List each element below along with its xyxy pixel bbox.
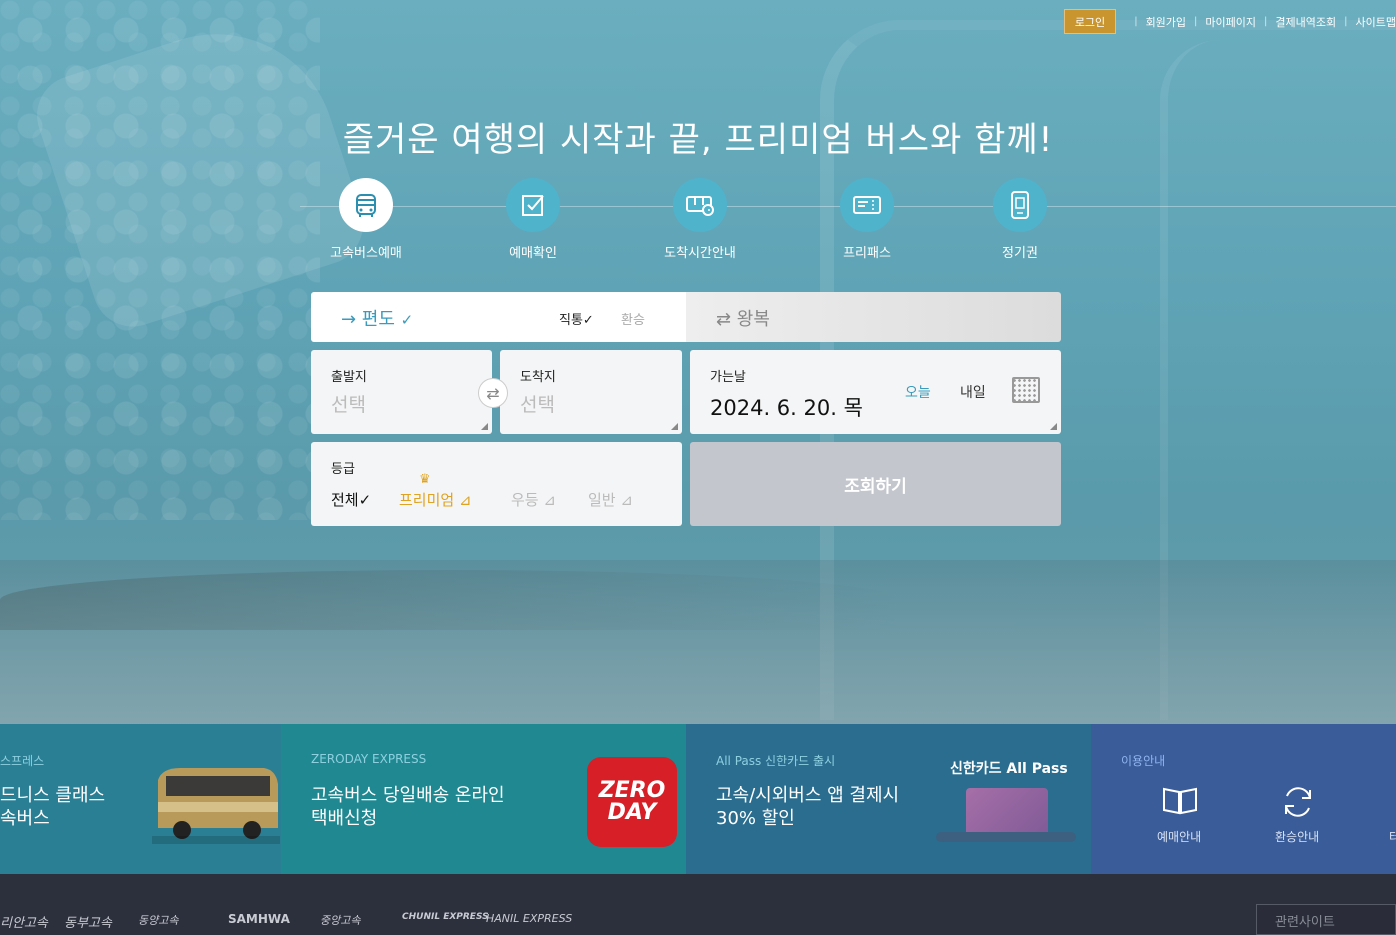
oneway-tab[interactable]: → 편도 ✓ 직통✓ 환승 [311, 292, 686, 342]
menu-arrival-time[interactable]: 도착시간안내 [640, 178, 760, 261]
grade-normal-option[interactable]: 일반 ⊿ [588, 489, 633, 510]
bus-clock-icon [673, 178, 727, 232]
roundtrip-tab[interactable]: ⇄ 왕복 [686, 292, 1061, 342]
menu-label: 예매확인 [509, 246, 557, 261]
bus-icon [339, 178, 393, 232]
menu-free-pass[interactable]: 프리패스 [807, 178, 927, 261]
direct-option[interactable]: 직통✓ [559, 309, 594, 328]
company-logo[interactable]: CHUNIL EXPRESS [402, 912, 489, 922]
mypage-link[interactable]: 마이페이지 [1205, 14, 1256, 30]
date-field[interactable]: 가는날 2024. 6. 20. 목 오늘 내일 [690, 350, 1061, 434]
login-button[interactable]: 로그인 [1063, 9, 1117, 34]
company-logo[interactable]: HANIL EXPRESS [486, 912, 572, 925]
banner-business-class[interactable]: 스프레스 드니스 클래스 속버스 [0, 724, 281, 874]
company-logo[interactable]: 중앙고속 [320, 912, 360, 928]
banner-usage-guide: 이용안내 예매안내 환승안내 터 [1091, 724, 1396, 874]
related-sites-select[interactable]: 관련사이트 [1256, 904, 1396, 935]
company-logo[interactable]: SAMHWA [228, 912, 290, 926]
departure-field[interactable]: 출발지 선택 [311, 350, 492, 434]
trip-type-selector: → 편도 ✓ 직통✓ 환승 ⇄ 왕복 [311, 292, 1061, 342]
tomorrow-button[interactable]: 내일 [960, 382, 986, 402]
roundtrip-label: ⇄ 왕복 [716, 309, 770, 330]
company-logo[interactable]: 동양고속 [138, 912, 178, 928]
top-navigation: 로그인 | 회원가입 | 마이페이지 | 결제내역조회 | 사이트맵 [1063, 9, 1396, 34]
company-logo[interactable]: 동부고속 [64, 912, 112, 931]
menu-label: 정기권 [1002, 246, 1038, 261]
booking-guide-link[interactable]: 예매안내 [1157, 828, 1201, 845]
refresh-icon[interactable] [1278, 784, 1318, 827]
transfer-guide-link[interactable]: 환승안내 [1275, 828, 1319, 845]
date-value: 2024. 6. 20. 목 [710, 396, 863, 420]
today-button[interactable]: 오늘 [905, 382, 931, 402]
seat-icon: ⊿ [620, 491, 633, 509]
banner-shinhan-card[interactable]: All Pass 신한카드 출시 고속/시외버스 앱 결제시 30% 할인 신한카… [686, 724, 1091, 874]
zeroday-logo: ZERO DAY [587, 757, 677, 847]
menu-season-pass[interactable]: 정기권 [960, 178, 1080, 261]
calendar-icon[interactable] [1012, 377, 1040, 403]
book-icon[interactable] [1160, 784, 1200, 823]
crown-icon: ♛ [419, 472, 431, 487]
grade-all-option[interactable]: 전체✓ [331, 489, 371, 510]
footer: 리안고속 동부고속 동양고속 SAMHWA 중앙고속 CHUNIL EXPRES… [0, 874, 1396, 935]
sitemap-link[interactable]: 사이트맵 [1356, 14, 1396, 30]
menu-label: 프리패스 [843, 246, 891, 261]
seat-icon: ⊿ [458, 491, 472, 509]
menu-booking-check[interactable]: 예매확인 [473, 178, 593, 261]
swap-icon[interactable]: ⇄ [478, 378, 508, 408]
page-headline: 즐거운 여행의 시작과 끝, 프리미엄 버스와 함께! [342, 120, 1054, 160]
checkbox-icon [506, 178, 560, 232]
oneway-label: → 편도 ✓ [341, 309, 414, 330]
transfer-option[interactable]: 환승 [621, 309, 645, 328]
grade-deluxe-option[interactable]: 우등 ⊿ [511, 489, 556, 510]
arrival-field[interactable]: 도착지 선택 [500, 350, 682, 434]
signup-link[interactable]: 회원가입 [1146, 14, 1186, 30]
ticket-icon [840, 178, 894, 232]
menu-label: 고속버스예매 [330, 246, 402, 261]
guide-link-3[interactable]: 터 [1389, 828, 1396, 845]
menu-bus-booking[interactable]: 고속버스예매 [306, 178, 426, 261]
menu-label: 도착시간안내 [664, 246, 736, 261]
company-logo[interactable]: 리안고속 [0, 912, 48, 931]
seat-icon: ⊿ [543, 491, 556, 509]
bus-image [152, 768, 280, 844]
banner-zeroday[interactable]: ZERODAY EXPRESS 고속버스 당일배송 온라인 택배신청 ZERO DA… [281, 724, 686, 874]
search-button[interactable]: 조회하기 [690, 442, 1061, 526]
grade-field: 등급 전체✓ ♛ 프리미엄 ⊿ 우등 ⊿ 일반 ⊿ [311, 442, 682, 526]
payment-history-link[interactable]: 결제내역조회 [1275, 14, 1336, 30]
grade-premium-option[interactable]: 프리미엄 ⊿ [399, 489, 472, 510]
pass-card-icon [993, 178, 1047, 232]
road-shape [0, 560, 1396, 724]
